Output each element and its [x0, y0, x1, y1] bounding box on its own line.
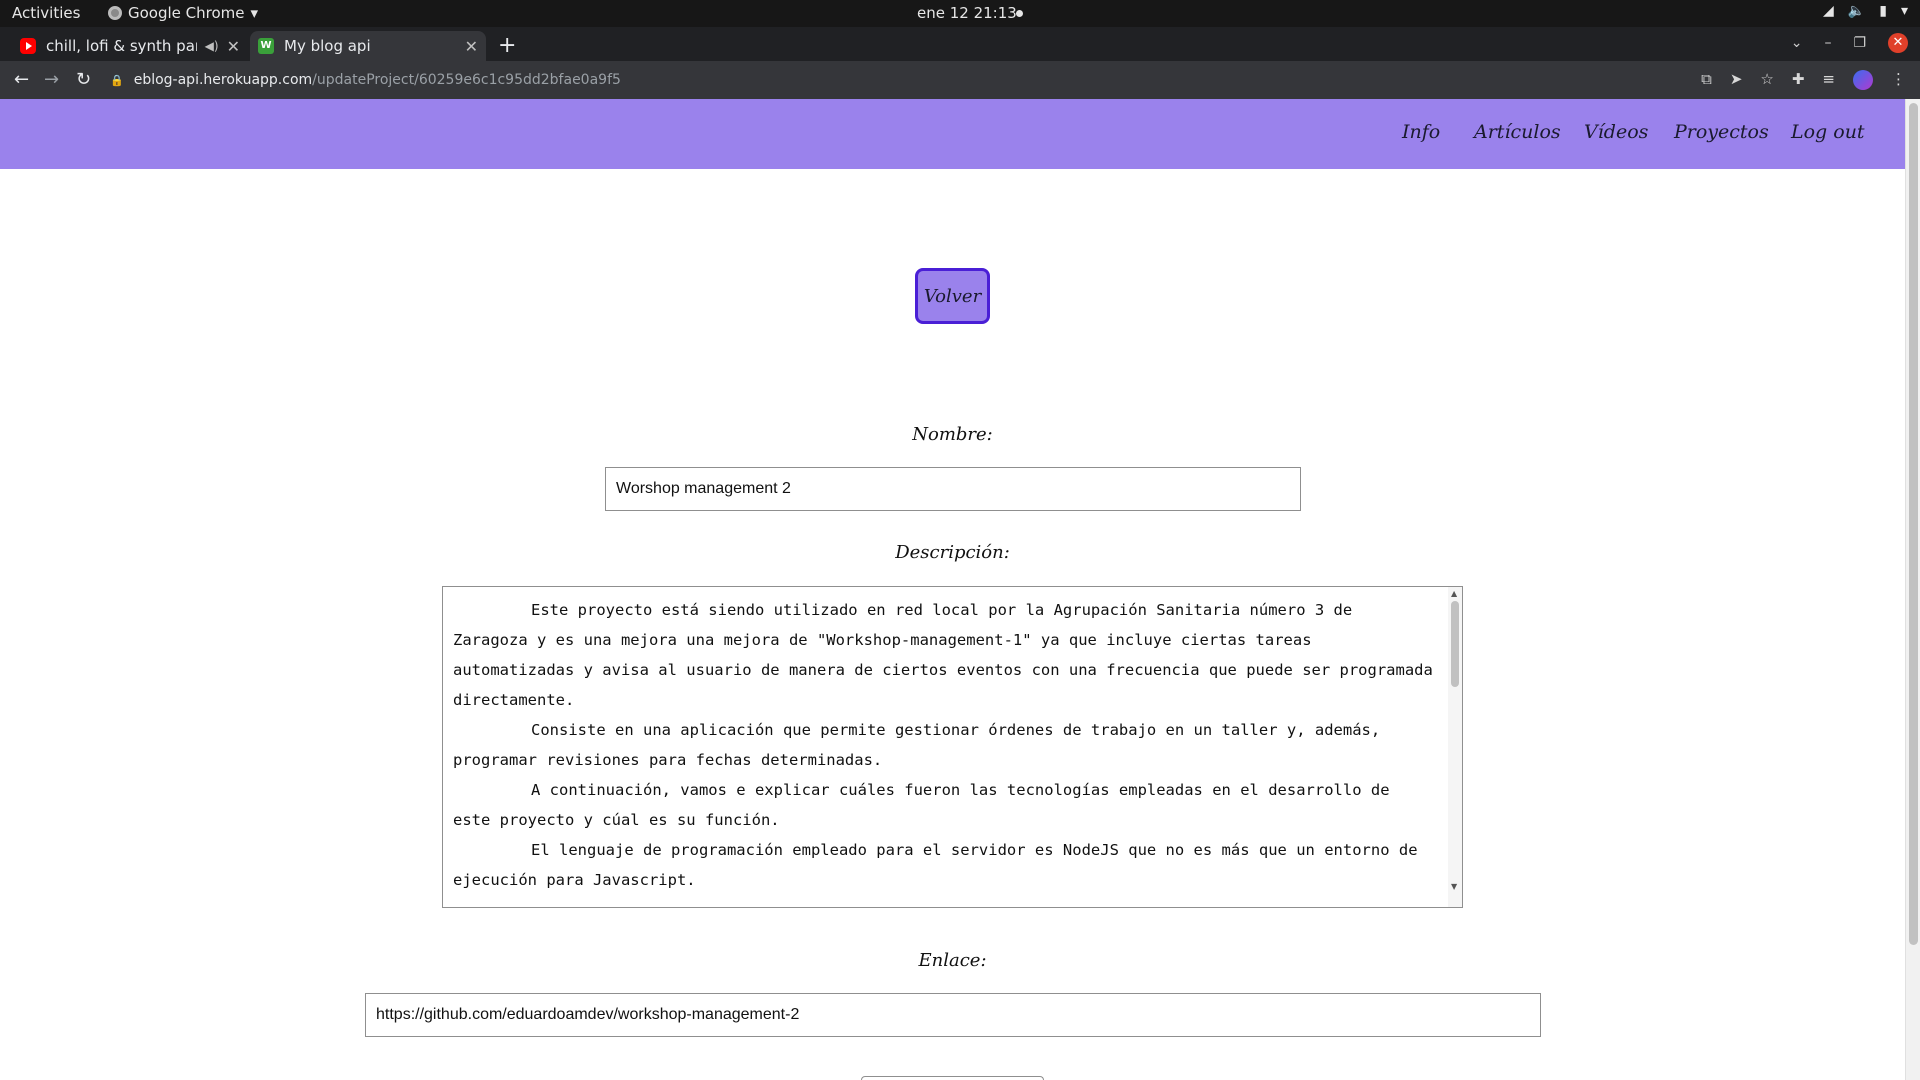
bookmark-star-icon[interactable]: ☆	[1760, 70, 1773, 90]
description-label: Descripción:	[895, 542, 1010, 563]
profile-avatar-icon[interactable]	[1853, 70, 1873, 90]
extensions-icon[interactable]: ✚	[1792, 70, 1805, 90]
nav-link-logout[interactable]: Log out	[1791, 121, 1865, 143]
url-path: /updateProject/60259e6c1c95dd2bfae0a9f5	[312, 72, 621, 88]
send-icon[interactable]: ➤	[1730, 70, 1743, 90]
textarea-scrollbar[interactable]: ▲ ▼	[1448, 587, 1462, 907]
address-bar[interactable]: 🔒 eblog-api.herokuapp.com /updateProject…	[110, 66, 1680, 94]
battery-icon: ▮	[1879, 3, 1887, 19]
tab-title: chill, lofi & synth para p	[46, 37, 197, 55]
textarea-scroll-thumb[interactable]	[1451, 601, 1459, 687]
tab-title: My blog api	[284, 37, 371, 55]
wifi-icon: ◢	[1823, 3, 1834, 19]
nav-link-videos[interactable]: Vídeos	[1584, 121, 1648, 143]
close-window-button[interactable]: ✕	[1888, 33, 1908, 53]
name-label: Nombre:	[912, 424, 993, 445]
description-paragraph: El lenguaje de programación empleado par…	[453, 841, 1418, 889]
new-tab-button[interactable]: +	[498, 33, 516, 58]
menu-dots-icon[interactable]: ⋮	[1891, 70, 1906, 90]
translate-icon[interactable]: ⧉	[1701, 70, 1712, 90]
scroll-up-arrow-icon[interactable]: ▲	[1451, 589, 1457, 598]
close-tab-icon[interactable]: ✕	[227, 37, 240, 56]
audio-playing-icon[interactable]: ◀)	[205, 39, 219, 53]
tab-youtube[interactable]: chill, lofi & synth para p ◀) ✕	[12, 31, 248, 61]
description-paragraph: Consiste en una aplicación que permite g…	[453, 721, 1381, 769]
app-name: Google Chrome	[128, 4, 245, 22]
chrome-icon	[108, 6, 122, 20]
page-scroll-thumb[interactable]	[1909, 103, 1918, 945]
system-top-bar: Activities Google Chrome ▾ ene 12 21:13 …	[0, 0, 1920, 27]
volume-icon: 🔈	[1847, 3, 1866, 19]
url-host: eblog-api.herokuapp.com	[133, 72, 313, 88]
link-input[interactable]: https://github.com/eduardoamdev/workshop…	[365, 993, 1541, 1037]
name-input[interactable]: Worshop management 2	[605, 467, 1301, 511]
back-arrow-icon[interactable]: ←	[14, 69, 29, 90]
restore-button[interactable]: ❐	[1853, 35, 1866, 51]
submit-button[interactable]	[861, 1076, 1044, 1080]
nav-link-info[interactable]: Info	[1402, 121, 1440, 143]
dropdown-arrow-icon: ▾	[250, 4, 259, 22]
youtube-icon	[20, 38, 36, 54]
description-text: Este proyecto está siendo utilizado en r…	[443, 587, 1462, 903]
clock[interactable]: ene 12 21:13	[917, 4, 1017, 22]
page-viewport: Info Artículos Vídeos Proyectos Log out …	[0, 99, 1920, 1080]
app-menu[interactable]: Google Chrome ▾	[108, 4, 258, 22]
nav-link-proyectos[interactable]: Proyectos	[1674, 121, 1769, 143]
tray-menu-arrow-icon: ▾	[1900, 3, 1908, 19]
system-tray[interactable]: ◢ 🔈 ▮ ▾	[1823, 3, 1908, 19]
media-control-icon[interactable]: ≡	[1822, 70, 1835, 90]
window-controls: ⌄ – ❐ ✕	[1791, 33, 1908, 53]
volver-button[interactable]: Volver	[915, 268, 990, 324]
forward-arrow-icon[interactable]: →	[44, 69, 59, 90]
nav-link-articulos[interactable]: Artículos	[1474, 121, 1561, 143]
minimize-button[interactable]: –	[1824, 35, 1831, 51]
tab-search-icon[interactable]: ⌄	[1791, 35, 1803, 51]
tab-my-blog-api[interactable]: W My blog api ✕	[250, 31, 486, 61]
page-scrollbar[interactable]	[1905, 99, 1920, 1080]
activities-button[interactable]: Activities	[12, 4, 80, 22]
site-navbar: Info Artículos Vídeos Proyectos Log out	[0, 99, 1905, 169]
description-paragraph: Este proyecto está siendo utilizado en r…	[453, 601, 1433, 709]
scroll-down-arrow-icon[interactable]: ▼	[1451, 882, 1457, 891]
description-textarea[interactable]: Este proyecto está siendo utilizado en r…	[442, 586, 1463, 908]
notification-dot-icon	[1016, 10, 1023, 17]
close-tab-icon[interactable]: ✕	[465, 37, 478, 56]
link-label: Enlace:	[918, 950, 987, 971]
description-paragraph: A continuación, vamos e explicar cuáles …	[453, 781, 1390, 829]
tab-strip: chill, lofi & synth para p ◀) ✕ W My blo…	[0, 27, 1920, 61]
lock-icon[interactable]: 🔒	[110, 74, 124, 87]
toolbar-icons: ⧉ ➤ ☆ ✚ ≡ ⋮	[1701, 70, 1906, 90]
reload-icon[interactable]: ↻	[76, 69, 91, 90]
w-icon: W	[258, 38, 274, 54]
browser-toolbar: ← → ↻ 🔒 eblog-api.herokuapp.com /updateP…	[0, 61, 1920, 99]
